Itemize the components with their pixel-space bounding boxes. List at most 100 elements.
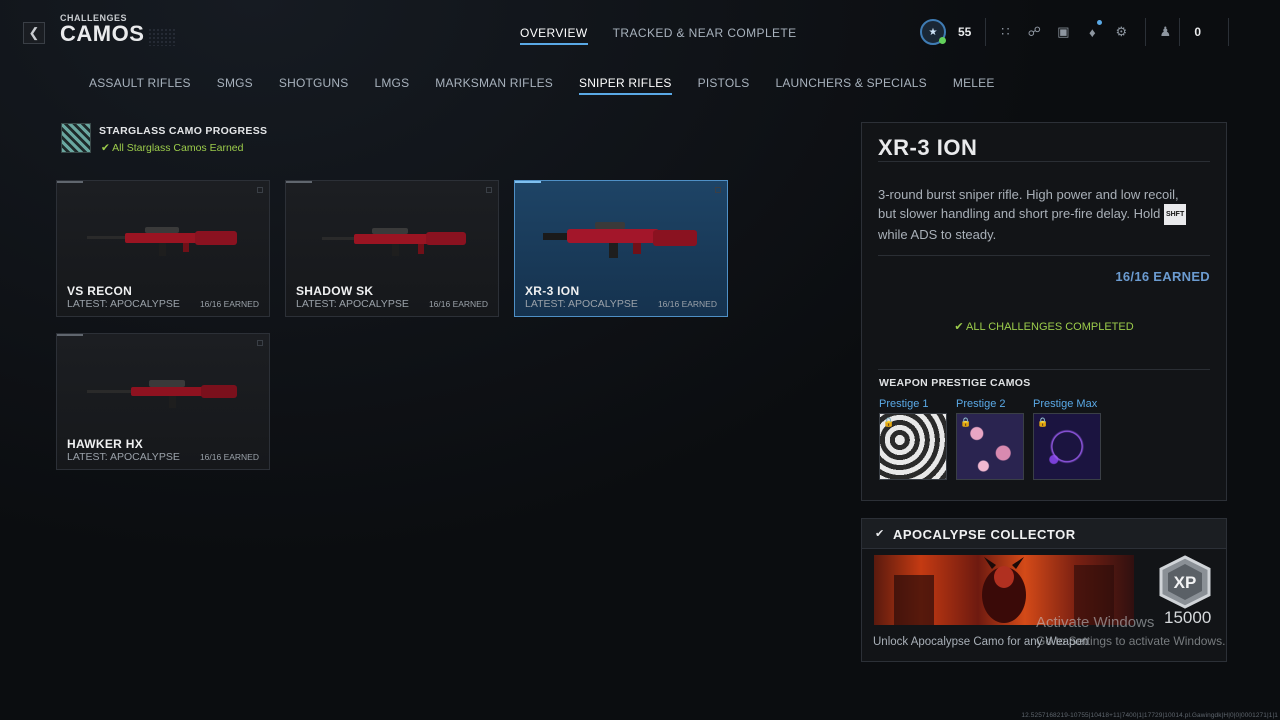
- category-smgs[interactable]: SMGS: [217, 76, 253, 95]
- notification-bell-icon[interactable]: ♦: [1082, 20, 1103, 42]
- prestige-camo-max[interactable]: Prestige Max 🔒: [1033, 398, 1101, 480]
- shift-key-icon: SHFT: [1163, 204, 1187, 225]
- weapon-detail-panel: XR-3 ION 3-round burst sniper rifle. Hig…: [861, 122, 1227, 501]
- activate-windows-title: Activate Windows: [1036, 614, 1155, 631]
- sniper-rifle-image: [543, 222, 697, 258]
- category-tabs: ASSAULT RIFLES SMGS SHOTGUNS LMGS MARKSM…: [89, 76, 1021, 95]
- prestige-camo-swatch: 🔒: [879, 413, 947, 480]
- divider: [878, 255, 1210, 256]
- prestige-label: Prestige Max: [1033, 398, 1098, 410]
- online-status-dot: [939, 37, 946, 44]
- collector-title: APOCALYPSE COLLECTOR: [893, 527, 1076, 542]
- weapon-card-hawker-hx[interactable]: HAWKER HX LATEST: APOCALYPSE 16/16 EARNE…: [56, 333, 270, 470]
- description-text-end: while ADS to steady.: [878, 227, 997, 242]
- weapon-earned-count: 16/16 EARNED: [428, 299, 488, 309]
- card-progress-bar: [286, 181, 312, 183]
- activate-windows-subtitle: Go to Settings to activate Windows.: [1036, 634, 1226, 648]
- xp-badge-icon: XP: [1159, 555, 1211, 609]
- category-sniper-rifles[interactable]: SNIPER RIFLES: [578, 76, 672, 95]
- starglass-title: STARGLASS CAMO PROGRESS: [99, 125, 268, 137]
- detail-weapon-name: XR-3 ION: [878, 135, 978, 160]
- weapon-name: SHADOW SK: [296, 284, 374, 298]
- detail-description: 3-round burst sniper rifle. High power a…: [878, 185, 1198, 244]
- prestige-camo-2[interactable]: Prestige 2 🔒: [956, 398, 1024, 480]
- divider: [1145, 18, 1147, 46]
- page-title: CAMOS: [60, 21, 145, 46]
- lock-icon: 🔒: [883, 417, 895, 427]
- weapon-card-shadow-sk[interactable]: SHADOW SK LATEST: APOCALYPSE 16/16 EARNE…: [285, 180, 499, 317]
- build-id: 12.5257168219-10755|10418+11|7400|1|1772…: [1021, 712, 1278, 719]
- currency-count: 0: [1194, 25, 1202, 39]
- collector-header: ✔ APOCALYPSE COLLECTOR: [862, 519, 1226, 549]
- weapon-name: VS RECON: [67, 284, 133, 298]
- starglass-status: ✔ All Starglass Camos Earned: [101, 142, 243, 154]
- category-melee[interactable]: MELEE: [953, 76, 995, 95]
- card-corner-mark: [486, 187, 492, 193]
- rank-icon[interactable]: ★: [920, 19, 946, 45]
- lock-icon: 🔒: [1037, 417, 1049, 427]
- header-dot-pattern: [148, 28, 176, 46]
- starglass-camo-icon: [61, 123, 91, 153]
- check-icon: ✔: [101, 142, 110, 154]
- category-marksman-rifles[interactable]: MARKSMAN RIFLES: [435, 76, 553, 95]
- gear-icon[interactable]: ⚙: [1111, 22, 1131, 42]
- detail-earned-count: 16/16 EARNED: [1115, 269, 1210, 284]
- card-progress-bar: [515, 181, 541, 183]
- store-icon[interactable]: ▣: [1053, 22, 1073, 42]
- xp-reward-amount: 15000: [1164, 608, 1212, 627]
- card-progress-bar: [57, 334, 83, 336]
- xp-label: XP: [1174, 573, 1197, 592]
- category-launchers-specials[interactable]: LAUNCHERS & SPECIALS: [775, 76, 926, 95]
- sniper-rifle-image: [87, 227, 237, 256]
- lock-icon: 🔒: [960, 417, 972, 427]
- chevron-left-icon: ❮: [28, 25, 40, 40]
- tab-overview[interactable]: OVERVIEW: [520, 26, 588, 45]
- sniper-rifle-image: [87, 380, 237, 408]
- weapon-name: XR-3 ION: [525, 284, 580, 298]
- prestige-camo-1[interactable]: Prestige 1 🔒: [879, 398, 947, 480]
- weapon-latest-camo: LATEST: APOCALYPSE: [296, 298, 409, 310]
- check-icon: ✔: [875, 528, 885, 540]
- description-text: 3-round burst sniper rifle. High power a…: [878, 187, 1179, 221]
- rank-level: 55: [958, 25, 972, 39]
- weapon-card-xr-3-ion[interactable]: XR-3 ION LATEST: APOCALYPSE 16/16 EARNED: [514, 180, 728, 317]
- card-corner-mark: [715, 187, 721, 193]
- category-assault-rifles[interactable]: ASSAULT RIFLES: [89, 76, 191, 95]
- divider: [878, 161, 1210, 162]
- weapon-name: HAWKER HX: [67, 437, 144, 451]
- unlock-icon[interactable]: ☍: [1024, 22, 1044, 42]
- prestige-camos-header: WEAPON PRESTIGE CAMOS: [879, 377, 1031, 389]
- weapon-latest-camo: LATEST: APOCALYPSE: [525, 298, 638, 310]
- prestige-label: Prestige 2: [956, 398, 1006, 410]
- weapon-latest-camo: LATEST: APOCALYPSE: [67, 298, 180, 310]
- weapon-earned-count: 16/16 EARNED: [199, 299, 259, 309]
- card-progress-bar: [57, 181, 83, 183]
- category-shotguns[interactable]: SHOTGUNS: [279, 76, 349, 95]
- apps-grid-icon[interactable]: ∷: [995, 22, 1015, 42]
- prestige-camo-swatch: 🔒: [1033, 413, 1101, 480]
- weapon-earned-count: 16/16 EARNED: [199, 452, 259, 462]
- card-corner-mark: [257, 340, 263, 346]
- prestige-label: Prestige 1: [879, 398, 929, 410]
- notification-dot: [1097, 20, 1103, 25]
- challenges-complete-text: ALL CHALLENGES COMPLETED: [965, 321, 1134, 333]
- top-tabs: OVERVIEW TRACKED & NEAR COMPLETE: [520, 26, 797, 45]
- sniper-rifle-image: [322, 228, 466, 256]
- back-button[interactable]: ❮: [23, 22, 45, 44]
- divider: [985, 18, 987, 46]
- card-corner-mark: [257, 187, 263, 193]
- tab-tracked[interactable]: TRACKED & NEAR COMPLETE: [613, 26, 797, 45]
- challenges-complete-status: ✔ ALL CHALLENGES COMPLETED: [862, 320, 1226, 333]
- check-icon: ✔: [954, 321, 964, 333]
- weapon-earned-count: 16/16 EARNED: [657, 299, 717, 309]
- party-icon[interactable]: ♟: [1155, 22, 1175, 42]
- currency-box[interactable]: 0: [1179, 18, 1230, 46]
- weapon-latest-camo: LATEST: APOCALYPSE: [67, 451, 180, 463]
- divider: [878, 369, 1210, 370]
- hud-bar: ★ 55 ∷ ☍ ▣ ♦ ⚙ ♟ 0: [920, 18, 1230, 46]
- category-pistols[interactable]: PISTOLS: [698, 76, 750, 95]
- starglass-status-text: All Starglass Camos Earned: [112, 142, 244, 154]
- prestige-camo-swatch: 🔒: [956, 413, 1024, 480]
- category-lmgs[interactable]: LMGS: [374, 76, 409, 95]
- weapon-card-vs-recon[interactable]: VS RECON LATEST: APOCALYPSE 16/16 EARNED: [56, 180, 270, 317]
